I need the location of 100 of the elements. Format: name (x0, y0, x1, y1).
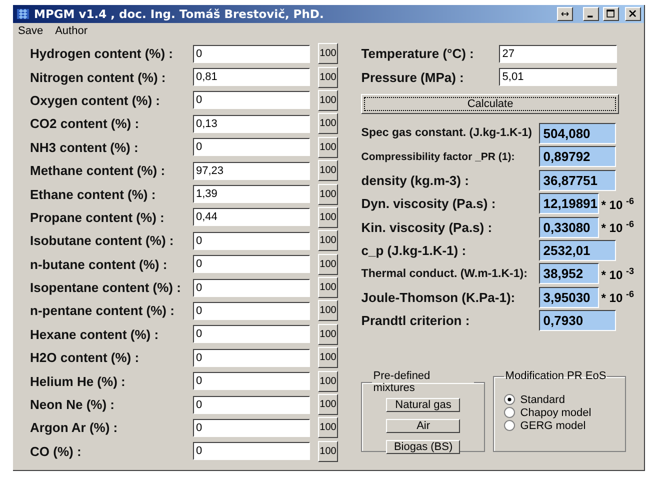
fill-button[interactable]: 100 (318, 347, 338, 368)
field-label: Argon Ar (%) : (30, 420, 119, 436)
result-value: 36,87751 (539, 170, 616, 191)
unit-label: * 10 $^{-6}$ (601, 219, 634, 236)
result-label: Prandtl criterion : (361, 313, 471, 328)
radio-label: Standard (520, 394, 565, 406)
input-field[interactable]: 0 (193, 442, 310, 460)
result-label: Dyn. viscosity (Pa.s) : (361, 196, 497, 212)
result-value: 0,89792 (539, 146, 616, 168)
result-label: density (kg.m-3) : (361, 172, 470, 188)
group-title: Modification PR EoS (504, 370, 608, 382)
unit-label: * 10 $^{-6}$ (601, 196, 634, 212)
field-label: Nitrogen content (%) : (30, 70, 167, 85)
result-value: 0,7930 (539, 310, 616, 332)
input-field[interactable]: 1,39 (193, 185, 310, 204)
fill-button[interactable]: 100 (318, 417, 338, 438)
field-label: Hexane content (%) : (30, 326, 160, 342)
calculate-button[interactable]: Calculate (361, 94, 620, 114)
radio-button[interactable] (504, 420, 516, 432)
input-field[interactable]: 0 (193, 325, 310, 344)
fill-button[interactable]: 100 (318, 277, 338, 298)
field-label: Hydrogen content (%) : (30, 46, 174, 62)
field-label: Ethane content (%) : (30, 186, 157, 202)
maximize-button[interactable] (603, 7, 619, 21)
input-field[interactable]: 0,13 (193, 114, 310, 133)
fill-button[interactable]: 100 (318, 184, 338, 205)
fill-button[interactable]: 100 (318, 324, 338, 345)
mixture-button[interactable]: Air (386, 419, 460, 434)
field-label: CO (%) : (30, 444, 82, 459)
result-value: 2532,01 (539, 240, 616, 261)
result-value: 3,95030 (539, 286, 600, 308)
fill-button[interactable]: 100 (318, 230, 338, 252)
field-label: Isopentane content (%) : (30, 280, 182, 296)
result-value: 0,33080 (539, 216, 600, 238)
result-value: 12,19891 (539, 193, 600, 214)
input-field[interactable]: 0 (193, 302, 310, 320)
fill-button[interactable]: 100 (318, 394, 338, 416)
input-field[interactable]: 0 (193, 255, 310, 274)
group-title: Pre-defined mixtures (372, 370, 432, 394)
input-field[interactable]: 27 (499, 44, 618, 63)
unit-label: * 10 $^{-6}$ (601, 289, 634, 306)
field-label: n-pentane content (%) : (30, 303, 176, 318)
fill-button[interactable]: 100 (318, 300, 338, 322)
fill-button[interactable]: 100 (318, 254, 338, 275)
unit-label: * 10 $^{-3}$ (601, 266, 634, 282)
fill-button[interactable]: 100 (318, 113, 338, 134)
input-field[interactable]: 0,44 (193, 208, 310, 226)
input-field[interactable]: 0,81 (193, 68, 310, 86)
result-label: Thermal conduct. (W.m-1.K-1): (361, 268, 528, 280)
result-label: Compressibility factor _PR (1): (361, 150, 516, 163)
resize-icon[interactable] (557, 7, 573, 21)
field-label: CO2 content (%) : (30, 116, 140, 132)
fill-button[interactable]: 100 (318, 136, 338, 158)
input-field[interactable]: 0 (193, 418, 310, 437)
field-label: NH3 content (%) : (30, 140, 140, 155)
fill-button[interactable]: 100 (318, 43, 338, 64)
app-icon (16, 8, 30, 20)
field-label: H2O content (%) : (30, 350, 140, 366)
field-label: Temperature (°C) : (361, 46, 475, 62)
close-button[interactable] (625, 7, 641, 21)
fill-button[interactable]: 100 (318, 440, 338, 462)
input-field[interactable]: 0 (193, 372, 310, 390)
field-label: Oxygen content (%) : (30, 92, 162, 108)
radio-button[interactable] (504, 394, 516, 406)
result-label: Kin. viscosity (Pa.s) : (361, 220, 494, 235)
result-label: Joule-Thomson (K.Pa-1): (361, 290, 516, 305)
field-label: n-butane content (%) : (30, 256, 168, 272)
menu-item[interactable]: Save (18, 24, 44, 36)
fill-button[interactable]: 100 (318, 370, 338, 392)
field-label: Pressure (MPa) : (361, 70, 465, 85)
input-field[interactable]: 0 (193, 348, 310, 367)
result-label: Spec gas constant. (J.kg-1.K-1) (361, 127, 533, 140)
mixture-button[interactable]: Biogas (BS) (386, 440, 460, 454)
fill-button[interactable]: 100 (318, 206, 338, 228)
fill-button[interactable]: 100 (318, 66, 338, 88)
fill-button[interactable]: 100 (318, 160, 338, 182)
field-label: Propane content (%) : (30, 210, 166, 225)
field-label: Helium He (%) : (30, 374, 126, 389)
result-label: c_p (J.kg-1.K-1) : (361, 242, 468, 258)
result-value: 38,952 (539, 263, 600, 284)
result-value: 504,080 (539, 122, 616, 144)
input-field[interactable]: 0 (193, 396, 310, 414)
window-title: MPGM v1.4 , doc. Ing. Tomáš Brestovič, PhD. (34, 7, 325, 21)
input-field[interactable]: 0 (193, 232, 310, 250)
input-field[interactable]: 0 (193, 91, 310, 110)
minimize-button[interactable] (583, 7, 599, 21)
radio-button[interactable] (504, 407, 516, 418)
field-label: Neon Ne (%) : (30, 397, 116, 412)
input-field[interactable]: 5,01 (499, 68, 618, 86)
input-field[interactable]: 0 (193, 138, 310, 156)
radio-label: GERG model (520, 420, 586, 432)
input-field[interactable]: 0 (193, 278, 310, 297)
mixture-button[interactable]: Natural gas (386, 398, 460, 412)
field-label: Isobutane content (%) : (30, 233, 175, 248)
menu-item[interactable]: Author (55, 24, 88, 36)
radio-label: Chapoy model (520, 406, 592, 419)
fill-button[interactable]: 100 (318, 90, 338, 111)
input-field[interactable]: 0 (193, 44, 310, 63)
field-label: Methane content (%) : (30, 163, 166, 178)
input-field[interactable]: 97,23 (193, 162, 310, 180)
